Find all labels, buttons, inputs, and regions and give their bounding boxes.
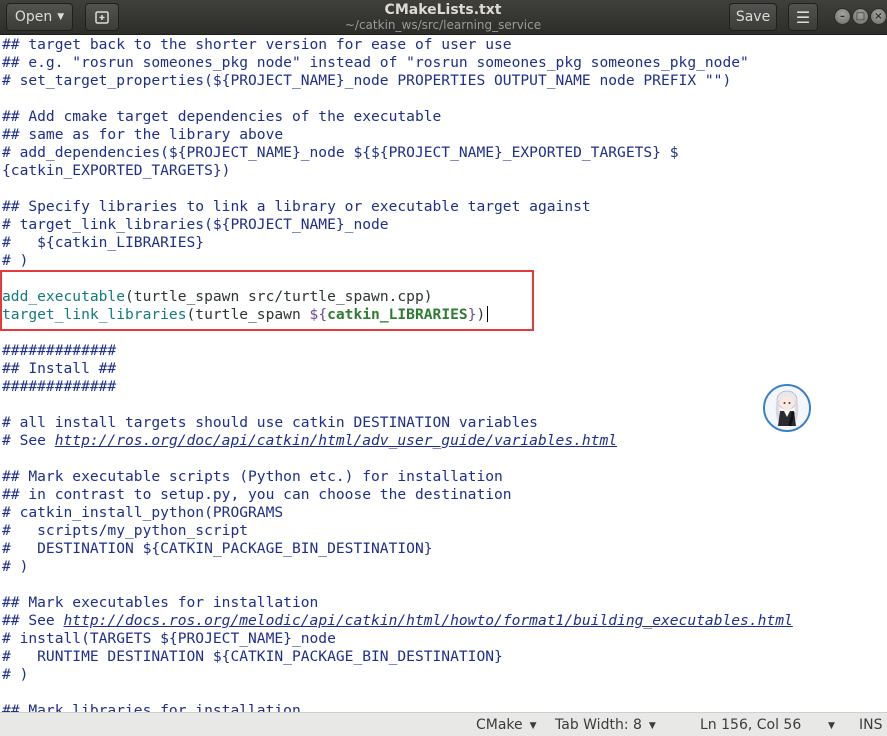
doc-link[interactable]: http://docs.ros.org/melodic/api/catkin/h… [64,612,793,629]
chevron-down-icon: ▼ [529,721,537,731]
minimize-icon: – [840,11,845,22]
minimize-button[interactable]: – [834,8,851,25]
code-line: # ) [2,558,29,575]
cursor-position-selector[interactable]: Ln 156, Col 56 [700,716,801,734]
code-line: ## Specify libraries to link a library o… [2,198,591,215]
code-line: {catkin_EXPORTED_TARGETS}) [2,162,231,179]
text-editor[interactable]: ## target back to the shorter version fo… [0,36,887,712]
comment-prefix: ## See [2,612,64,629]
code-line: ## same as for the library above [2,126,284,143]
chevron-down-icon: ▼ [648,721,656,731]
status-bar: CMake ▼ Tab Width: 8 ▼ Ln 156, Col 56 ▼ IN… [0,712,887,736]
chevron-down-icon: ▼ [57,12,65,22]
hamburger-icon: ☰ [795,7,811,27]
language-selector[interactable]: CMake ▼ [476,716,537,734]
maximize-icon: □ [855,11,866,22]
code-line: ## Mark libraries for installation [2,702,301,712]
see-link-line: # See http://ros.org/doc/api/catkin/html… [2,432,617,450]
maximize-button[interactable]: □ [852,8,869,25]
see-link-line: ## See http://docs.ros.org/melodic/api/c… [2,612,793,630]
code-line: # scripts/my_python_script [2,522,249,539]
code-line: ## target back to the shorter version fo… [2,36,512,53]
code-line: ############# [2,342,117,359]
language-label: CMake [476,717,523,733]
floating-assistant-avatar[interactable] [763,384,811,432]
save-label: Save [735,9,771,25]
code-line: ## Add cmake target dependencies of the … [2,108,442,125]
code-line: # catkin_install_python(PROGRAMS [2,504,284,521]
code-line: # all install targets should use catkin … [2,414,538,431]
code-line: ## in contrast to setup.py, you can choo… [2,486,512,503]
open-button[interactable]: Open ▼ [6,3,73,31]
doc-link[interactable]: http://ros.org/doc/api/catkin/html/adv_u… [55,432,617,449]
code-line: # ) [2,666,29,683]
character-avatar-icon [765,386,809,430]
insert-mode-indicator[interactable]: INS [859,716,883,734]
hamburger-menu-button[interactable]: ☰ [788,3,818,31]
window-title-area: CMakeLists.txt ~/catkin_ws/src/learning_… [300,2,586,33]
close-icon: × [874,11,883,22]
header-bar: Open ▼ CMakeLists.txt ~/catkin_ws/src/le… [0,0,887,35]
position-dropdown[interactable]: ▼ [821,716,835,734]
code-line: ## e.g. "rosrun someones_pkg node" inste… [2,54,749,71]
save-button[interactable]: Save [729,3,777,31]
tab-width-selector[interactable]: Tab Width: 8 ▼ [555,716,656,734]
insert-mode-label: INS [859,717,883,733]
code-line: # ${catkin_LIBRARIES} [2,234,205,251]
cursor-position-label: Ln 156, Col 56 [700,717,802,733]
code-line: # target_link_libraries(${PROJECT_NAME}_… [2,216,389,233]
highlight-box [0,270,534,331]
code-line: ## Mark executable scripts (Python etc.)… [2,468,503,485]
window-subtitle: ~/catkin_ws/src/learning_service [344,18,542,32]
code-line: # RUNTIME DESTINATION ${CATKIN_PACKAGE_B… [2,648,503,665]
code-line: # add_dependencies(${PROJECT_NAME}_node … [2,144,679,161]
chevron-down-icon: ▼ [828,721,835,731]
open-label: Open [14,9,53,25]
window-title: CMakeLists.txt [384,2,502,18]
tab-width-label: Tab Width: 8 [555,717,642,733]
close-button[interactable]: × [870,8,887,25]
code-line: # DESTINATION ${CATKIN_PACKAGE_BIN_DESTI… [2,540,433,557]
new-document-icon [95,11,109,24]
code-line: # ) [2,252,29,269]
code-line: ############# [2,378,117,395]
comment-prefix: # See [2,432,55,449]
code-line: ## Mark executables for installation [2,594,319,611]
code-line: # set_target_properties(${PROJECT_NAME}_… [2,72,732,89]
code-line: ## Install ## [2,360,117,377]
new-document-button[interactable] [85,3,119,31]
code-line: # install(TARGETS ${PROJECT_NAME}_node [2,630,336,647]
